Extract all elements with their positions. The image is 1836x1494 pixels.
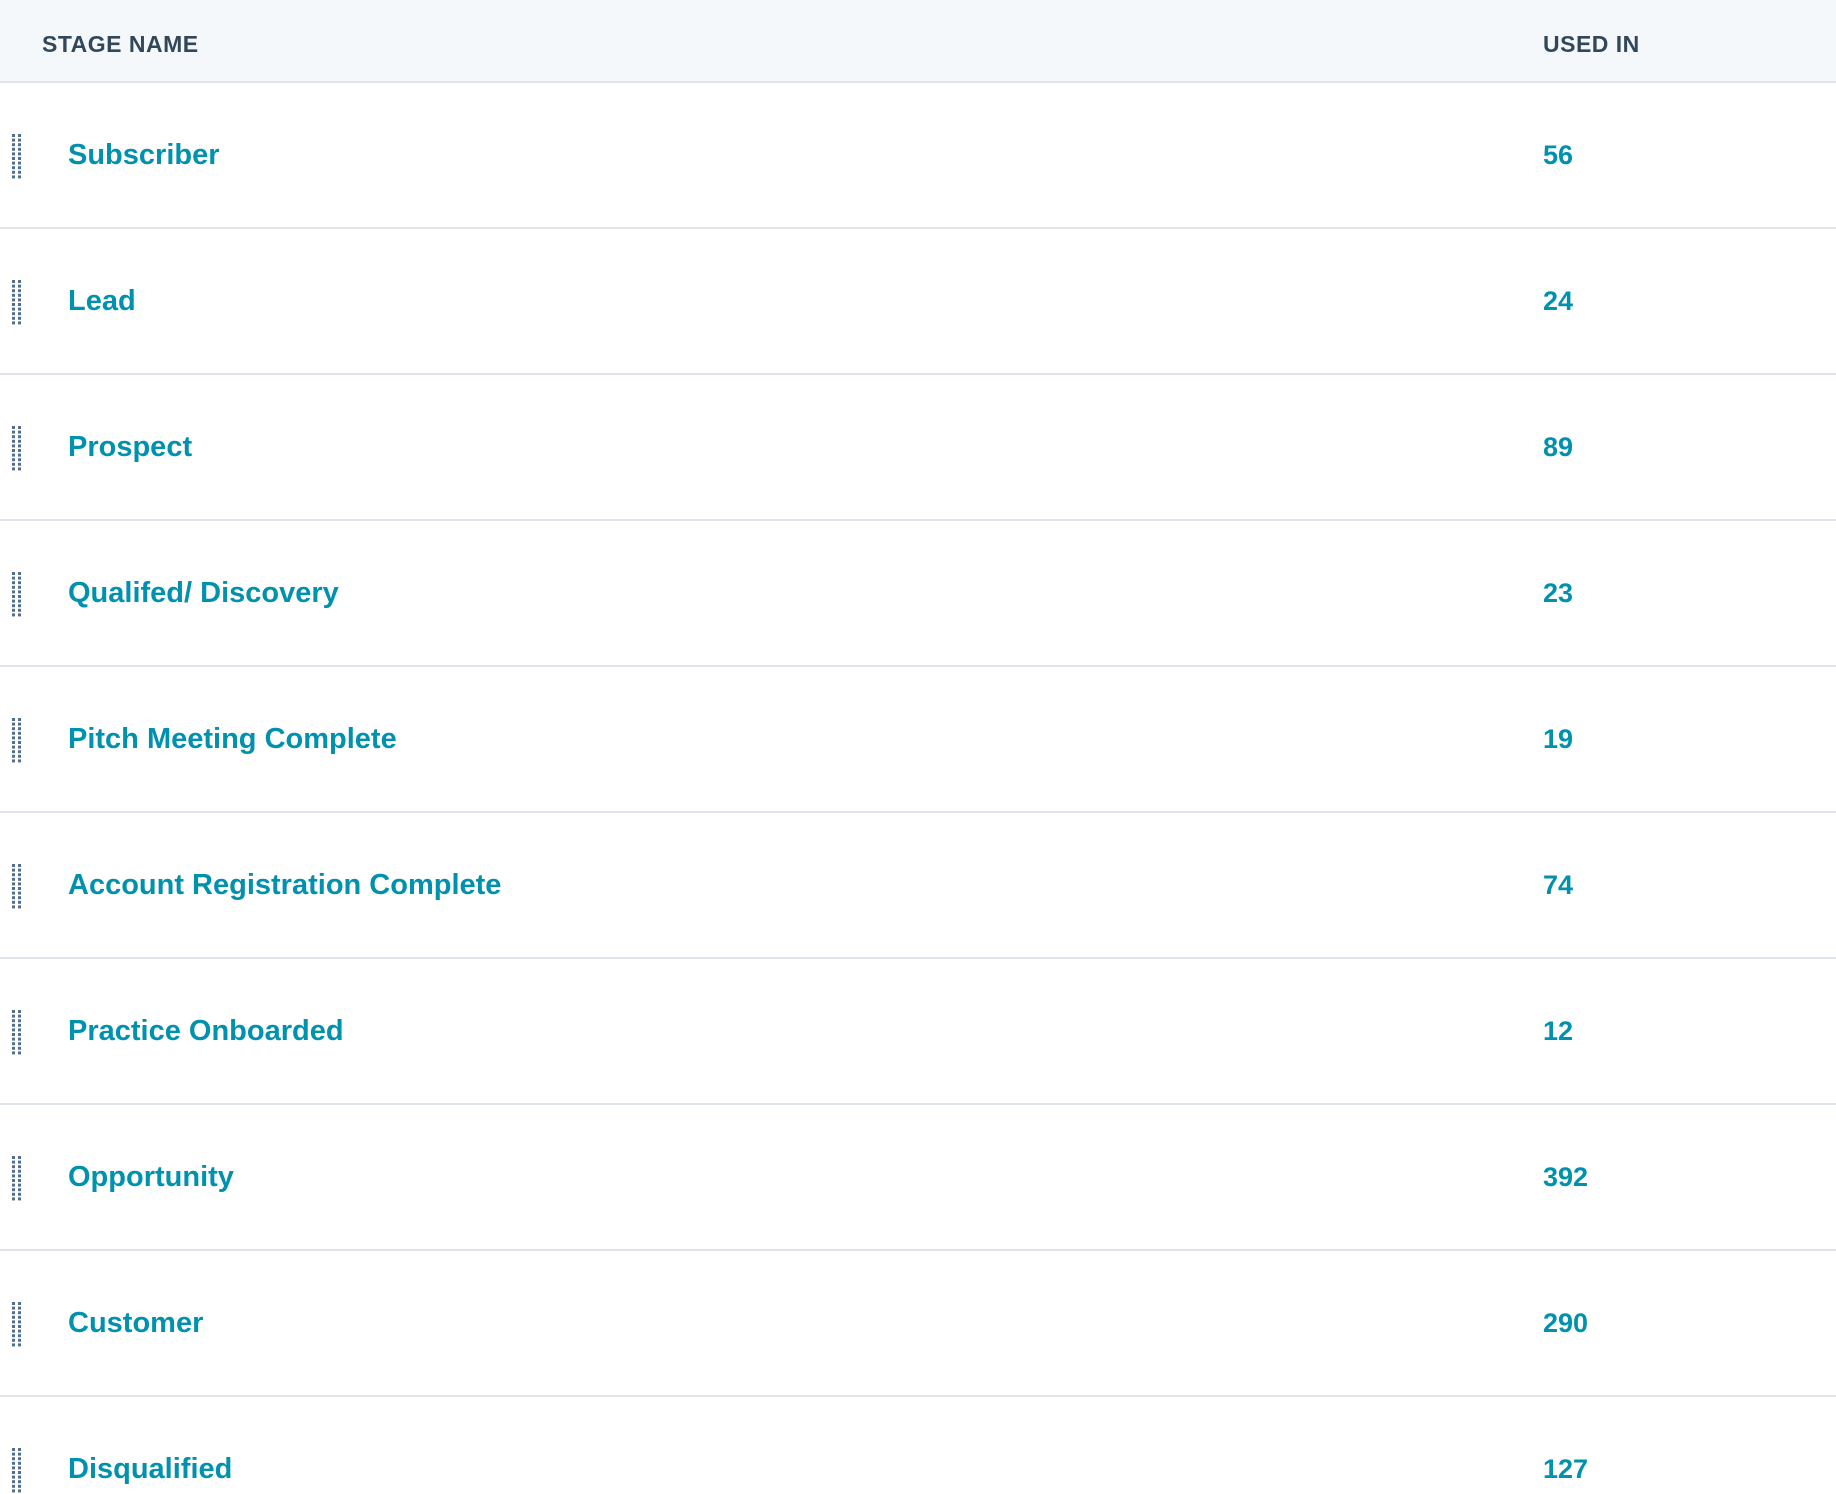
table-row: Qualifed/ Discovery 23 — [0, 521, 1836, 667]
used-in-count[interactable]: 19 — [1543, 667, 1573, 811]
stage-name-link[interactable]: Customer — [68, 1251, 203, 1395]
stage-name-link[interactable]: Opportunity — [68, 1105, 234, 1249]
drag-handle-icon[interactable] — [10, 1301, 24, 1347]
used-in-count[interactable]: 290 — [1543, 1251, 1588, 1395]
used-in-count[interactable]: 12 — [1543, 959, 1573, 1103]
stage-name-link[interactable]: Account Registration Complete — [68, 813, 501, 957]
drag-handle-icon[interactable] — [10, 1009, 24, 1055]
used-in-count[interactable]: 89 — [1543, 375, 1573, 519]
table-row: Pitch Meeting Complete 19 — [0, 667, 1836, 813]
stage-name-link[interactable]: Disqualified — [68, 1397, 232, 1494]
drag-handle-icon[interactable] — [10, 1155, 24, 1201]
table-row: Customer 290 — [0, 1251, 1836, 1397]
stage-name-link[interactable]: Qualifed/ Discovery — [68, 521, 339, 665]
column-header-used-in[interactable]: USED IN — [1543, 0, 1640, 83]
drag-handle-icon[interactable] — [10, 133, 24, 179]
table-row: Subscriber 56 — [0, 83, 1836, 229]
used-in-count[interactable]: 56 — [1543, 83, 1573, 227]
table-row: Opportunity 392 — [0, 1105, 1836, 1251]
stage-name-link[interactable]: Lead — [68, 229, 136, 373]
used-in-count[interactable]: 392 — [1543, 1105, 1588, 1249]
lifecycle-stages-table: STAGE NAME USED IN Subscriber 56 Lead 24… — [0, 0, 1836, 1494]
table-row: Account Registration Complete 74 — [0, 813, 1836, 959]
table-row: Disqualified 127 — [0, 1397, 1836, 1494]
drag-handle-icon[interactable] — [10, 1447, 24, 1493]
drag-handle-icon[interactable] — [10, 717, 24, 763]
table-row: Prospect 89 — [0, 375, 1836, 521]
drag-handle-icon[interactable] — [10, 863, 24, 909]
drag-handle-icon[interactable] — [10, 571, 24, 617]
used-in-count[interactable]: 24 — [1543, 229, 1573, 373]
used-in-count[interactable]: 23 — [1543, 521, 1573, 665]
stage-name-link[interactable]: Pitch Meeting Complete — [68, 667, 397, 811]
stage-name-link[interactable]: Prospect — [68, 375, 192, 519]
table-header: STAGE NAME USED IN — [0, 0, 1836, 83]
table-row: Practice Onboarded 12 — [0, 959, 1836, 1105]
used-in-count[interactable]: 127 — [1543, 1397, 1588, 1494]
table-row: Lead 24 — [0, 229, 1836, 375]
stage-name-link[interactable]: Subscriber — [68, 83, 220, 227]
drag-handle-icon[interactable] — [10, 425, 24, 471]
drag-handle-icon[interactable] — [10, 279, 24, 325]
column-header-stage-name[interactable]: STAGE NAME — [42, 0, 199, 83]
used-in-count[interactable]: 74 — [1543, 813, 1573, 957]
stage-name-link[interactable]: Practice Onboarded — [68, 959, 344, 1103]
